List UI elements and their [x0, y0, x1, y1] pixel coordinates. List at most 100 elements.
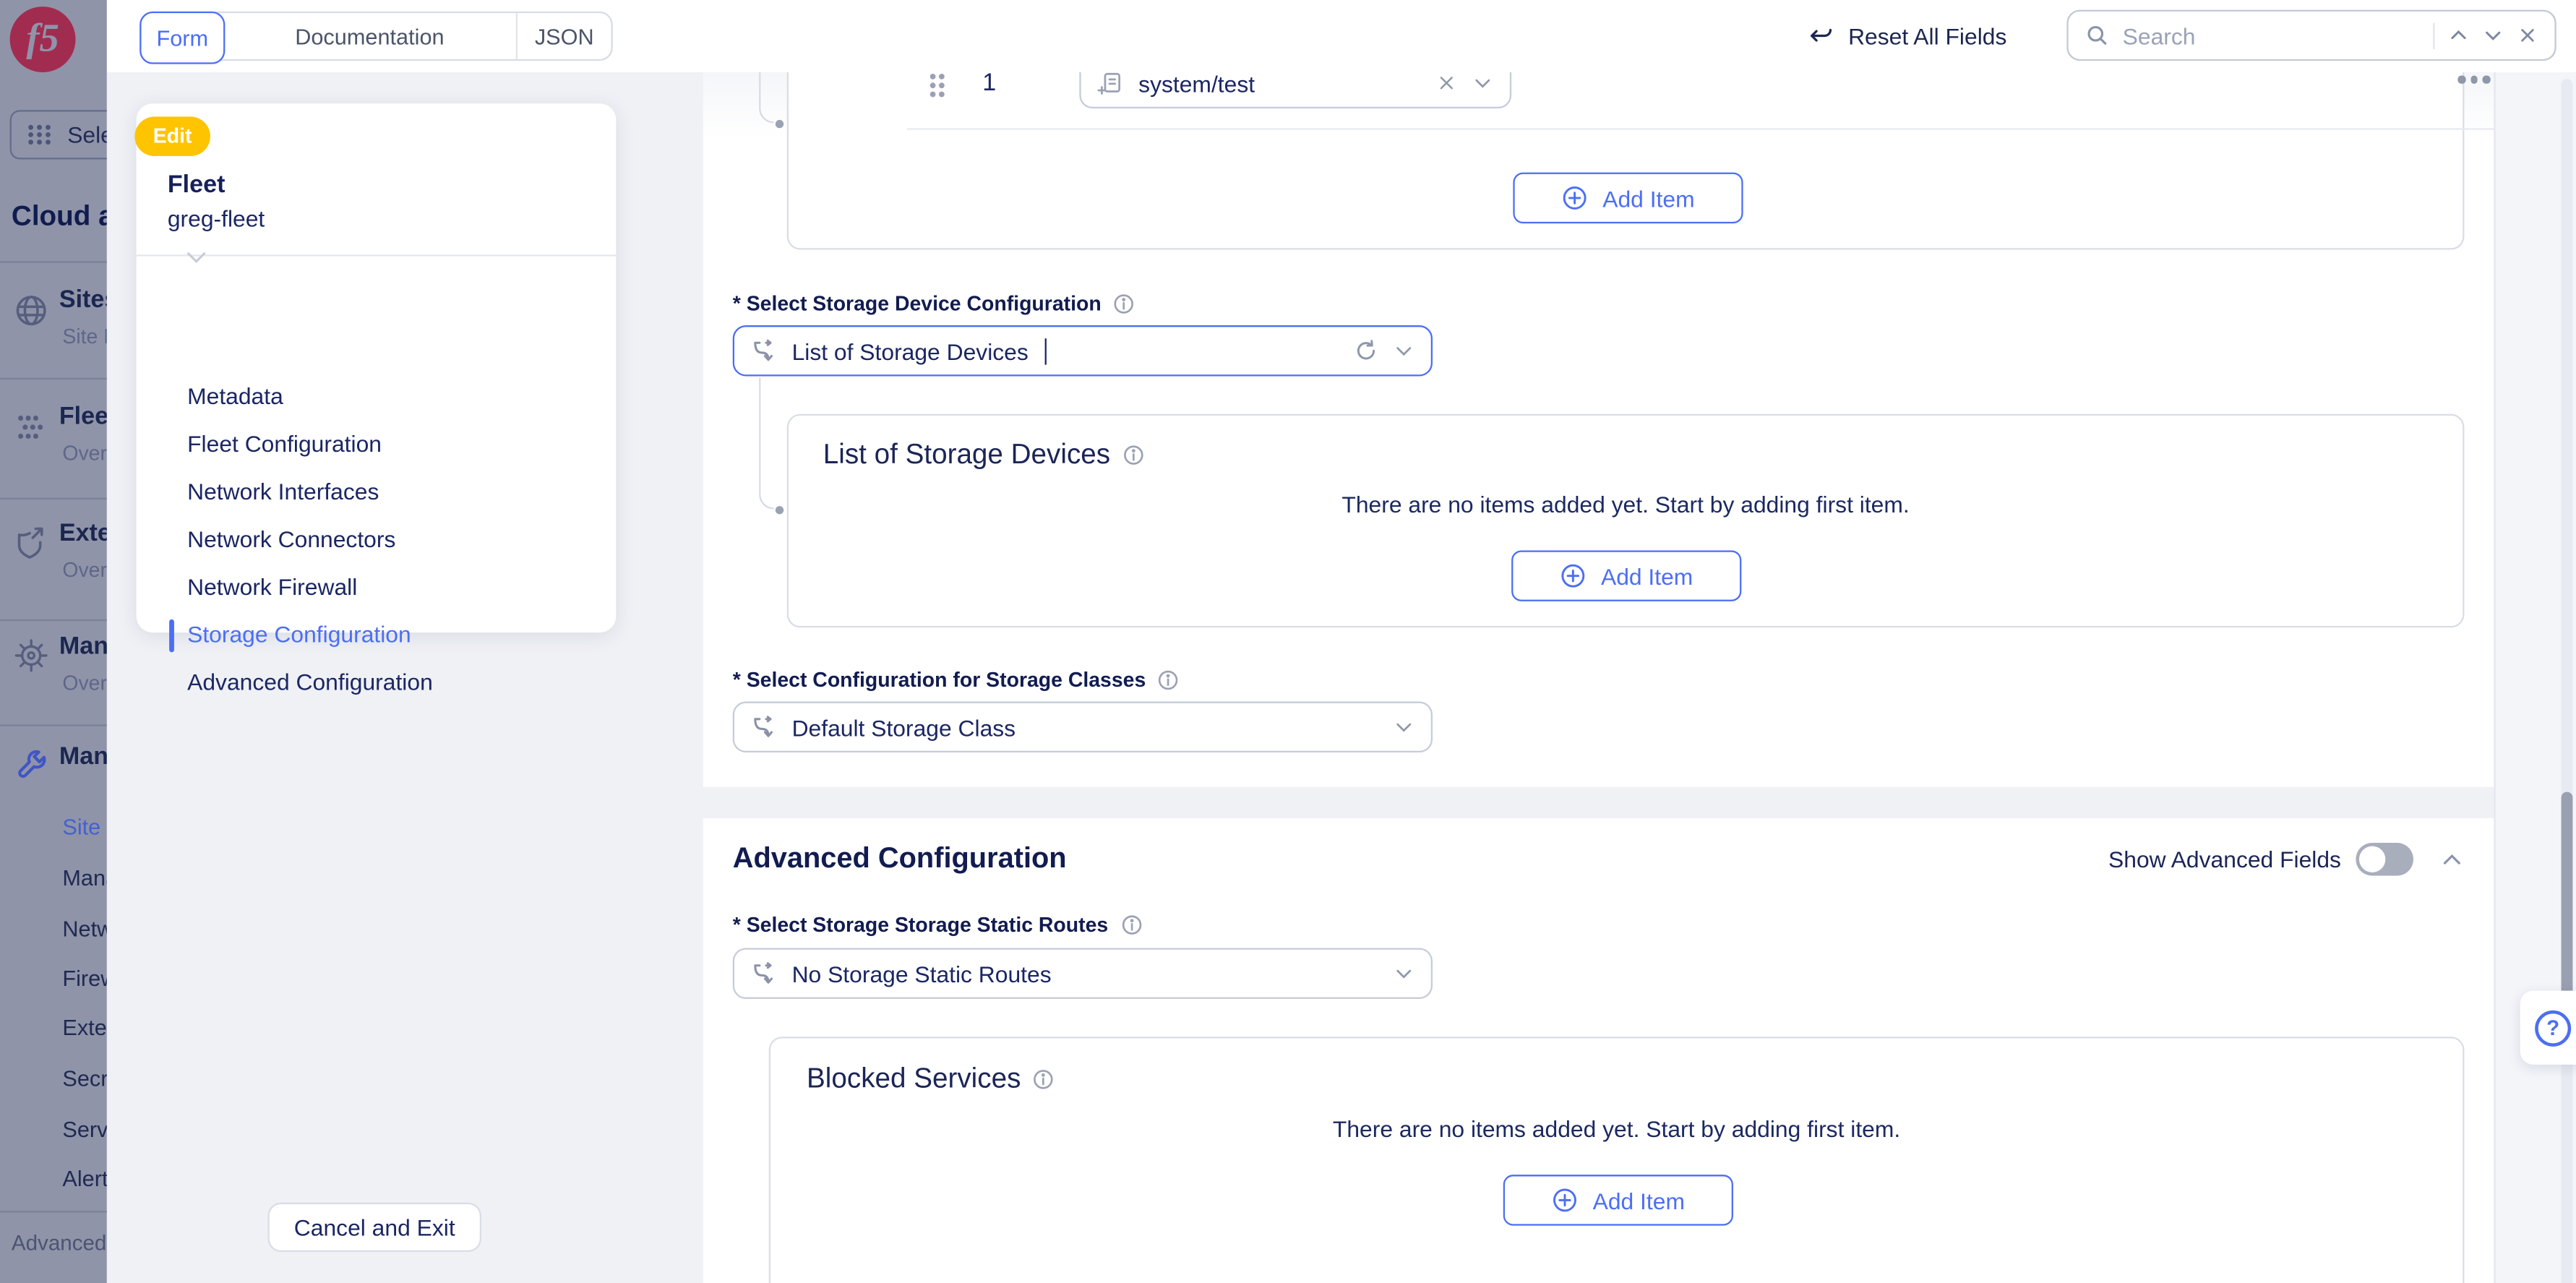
rail-advanced-label[interactable]: Advanced: [12, 1230, 106, 1255]
rail-link-3[interactable]: Firew: [62, 966, 106, 991]
tree-connector: [759, 378, 773, 510]
static-routes-select[interactable]: No Storage Static Routes: [733, 948, 1433, 998]
dimmed-app-sidebar: Sele Cloud a Sites Site M Flee Overv: [0, 0, 107, 1283]
tab-json[interactable]: JSON: [516, 13, 611, 59]
branch-icon: [751, 961, 777, 987]
rail-section-title: Cloud a: [12, 200, 107, 233]
logo-strip: f5: [0, 0, 107, 72]
panel-nav-network-interfaces[interactable]: Network Interfaces: [187, 478, 379, 504]
static-routes-value: No Storage Static Routes: [792, 961, 1378, 987]
scrollbar-track[interactable]: [2562, 79, 2573, 1283]
info-icon[interactable]: [1113, 293, 1136, 316]
advanced-configuration-section: Advanced Configuration Show Advanced Fie…: [703, 818, 2494, 1283]
toggle-knob: [2359, 846, 2385, 872]
rail-item-external-sub: Overv: [62, 559, 106, 582]
add-item-button[interactable]: Add Item: [1503, 1175, 1733, 1225]
tab-form[interactable]: Form: [139, 12, 225, 64]
reset-all-fields-label: Reset All Fields: [1848, 23, 2006, 49]
rail-divider: [0, 724, 107, 726]
search-placeholder: Search: [2123, 22, 2420, 48]
static-routes-label: * Select Storage Storage Static Routes: [733, 914, 1143, 937]
rail-item-manage[interactable]: Man: [59, 742, 107, 771]
fleet-dots-icon: [13, 409, 49, 445]
rail-divider: [0, 378, 107, 379]
storage-classes-select[interactable]: Default Storage Class: [733, 702, 1433, 752]
empty-state-text: There are no items added yet. Start by a…: [770, 1115, 2463, 1141]
rail-link-site-list[interactable]: Site I: [62, 815, 106, 839]
select-service-button[interactable]: Sele: [10, 110, 107, 159]
globe-icon: [13, 293, 49, 329]
panel-nav-storage-configuration[interactable]: Storage Configuration: [187, 621, 411, 647]
helm-icon: [13, 638, 49, 674]
wrench-icon: [13, 747, 49, 784]
search-input[interactable]: Search: [2066, 10, 2556, 61]
rail-divider: [0, 1211, 107, 1212]
search-divider: [2433, 22, 2434, 48]
f5-logo-icon[interactable]: f5: [10, 7, 76, 72]
rail-link-7[interactable]: Alert: [62, 1167, 106, 1191]
search-prev-icon[interactable]: [2448, 25, 2470, 46]
add-item-label: Add Item: [1602, 185, 1694, 211]
rail-item-sites[interactable]: Sites: [59, 286, 107, 314]
rail-divider: [0, 498, 107, 499]
row-menu-icon[interactable]: [2457, 76, 2489, 83]
storage-device-config-select[interactable]: List of Storage Devices: [733, 325, 1433, 376]
rail-link-5[interactable]: Secre: [62, 1066, 106, 1091]
info-icon[interactable]: [1120, 914, 1143, 937]
reset-all-fields-button[interactable]: Reset All Fields: [1807, 0, 2006, 72]
rail-item-fleets[interactable]: Flee: [59, 403, 107, 431]
undo-icon: [1807, 22, 1835, 51]
rail-divider: [0, 261, 107, 262]
info-icon[interactable]: [1122, 444, 1145, 467]
fleet-edit-panel: Edit Fleet greg-fleet Metadata Fleet Con…: [137, 103, 617, 632]
tab-documentation[interactable]: Documentation: [223, 13, 516, 59]
info-icon[interactable]: [1032, 1068, 1055, 1091]
rail-link-1[interactable]: Mana: [62, 866, 106, 891]
cancel-and-exit-button[interactable]: Cancel and Exit: [267, 1203, 481, 1252]
chevron-down-icon[interactable]: [1393, 716, 1414, 738]
panel-nav-network-firewall[interactable]: Network Firewall: [187, 573, 357, 599]
text-cursor: [1045, 338, 1047, 364]
edit-badge: Edit: [134, 116, 210, 156]
panel-nav-advanced-configuration[interactable]: Advanced Configuration: [187, 669, 433, 695]
panel-nav-metadata[interactable]: Metadata: [187, 383, 283, 409]
branch-icon: [751, 338, 777, 364]
info-icon[interactable]: [1157, 669, 1180, 692]
chevron-down-icon[interactable]: [1472, 72, 1494, 94]
rail-divider: [0, 619, 107, 621]
storage-device-config-value: List of Storage Devices: [792, 338, 1029, 364]
storage-configuration-section: 1 system/test: [703, 72, 2494, 787]
row-divider: [907, 128, 2497, 129]
panel-title: Fleet: [168, 171, 226, 199]
rail-link-6[interactable]: Servi: [62, 1117, 106, 1142]
add-item-button[interactable]: Add Item: [1511, 550, 1741, 601]
panel-object-name: greg-fleet: [168, 205, 265, 231]
collapse-chevron-up-icon[interactable]: [2439, 848, 2464, 872]
panel-nav-fleet-configuration[interactable]: Fleet Configuration: [187, 431, 382, 457]
panel-nav-network-connectors[interactable]: Network Connectors: [187, 525, 395, 552]
rail-item-managed-k8s[interactable]: Man: [59, 632, 107, 661]
rail-item-external[interactable]: Exte: [59, 519, 107, 547]
tree-connector-dot: [776, 505, 783, 513]
tree-connector-dot: [776, 119, 783, 127]
refresh-icon[interactable]: [1354, 338, 1378, 363]
chevron-down-icon[interactable]: [1393, 963, 1414, 984]
help-button[interactable]: ?: [2520, 991, 2576, 1065]
grid-icon: [25, 120, 54, 150]
panel-divider: [137, 254, 617, 256]
static-routes-label-text: * Select Storage Storage Static Routes: [733, 914, 1108, 937]
rail-link-4[interactable]: Exter: [62, 1016, 106, 1040]
clear-icon[interactable]: [1436, 72, 1458, 94]
storage-device-config-label: * Select Storage Device Configuration: [733, 293, 1136, 316]
search-next-icon[interactable]: [2482, 25, 2504, 46]
row-index: 1: [982, 69, 996, 97]
search-close-icon[interactable]: [2517, 25, 2538, 46]
chevron-down-icon[interactable]: [1393, 340, 1414, 362]
screen: f5 Form Documentation JSON Reset All Fie…: [0, 0, 2576, 1283]
storage-classes-value: Default Storage Class: [792, 714, 1378, 740]
add-item-button[interactable]: Add Item: [1513, 173, 1743, 223]
rail-link-2[interactable]: Netw: [62, 917, 106, 941]
show-advanced-fields-toggle[interactable]: [2356, 843, 2413, 875]
drag-handle[interactable]: [927, 71, 948, 100]
chevron-down-icon[interactable]: [186, 252, 207, 265]
